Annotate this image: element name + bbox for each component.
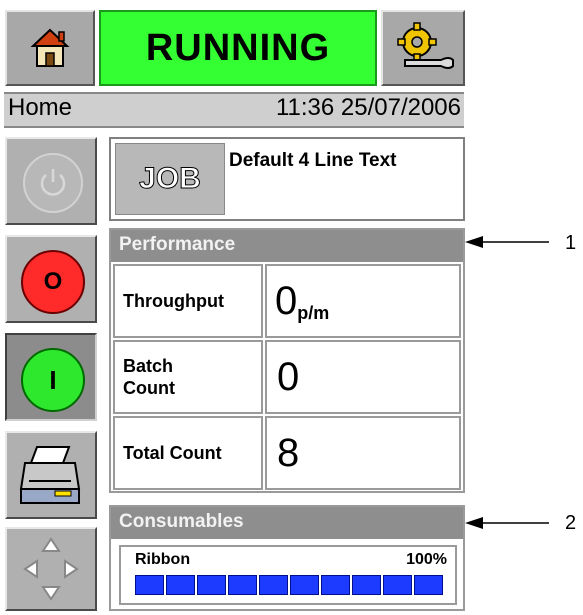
callout-arrows (465, 236, 549, 529)
throughput-value: 0 (275, 279, 298, 323)
ribbon-segment (166, 575, 195, 595)
navigation-arrows-icon (23, 537, 79, 601)
consumables-header: Consumables (111, 507, 463, 539)
navigation-button[interactable] (5, 527, 97, 611)
performance-header: Performance (111, 230, 463, 262)
start-button[interactable]: I (5, 333, 97, 421)
ribbon-level-bar (135, 575, 443, 595)
batch-count-label-cell: Batch Count (113, 340, 263, 414)
throughput-unit: p/m (297, 303, 330, 323)
throughput-label: Throughput (123, 290, 224, 311)
ribbon-segment (321, 575, 350, 595)
total-count-label: Total Count (123, 442, 222, 463)
batch-count-value: 0 (277, 354, 300, 399)
stop-button[interactable]: O (5, 235, 97, 323)
clock-display: 11:36 25/07/2006 (275, 94, 461, 121)
job-name: Default 4 Line Text (229, 150, 397, 171)
job-panel[interactable]: JOB Default 4 Line Text (109, 137, 465, 221)
throughput-label-cell: Throughput (113, 264, 263, 338)
job-label-box: JOB (115, 143, 225, 215)
throughput-value-cell: 0 p/m (265, 264, 461, 338)
callout-2: 2 (565, 512, 577, 534)
total-count-value: 8 (277, 430, 300, 475)
ribbon-segment (414, 575, 443, 595)
home-button[interactable] (5, 10, 95, 86)
settings-gear-wrench-icon (397, 22, 454, 69)
power-icon (23, 153, 83, 213)
status-indicator: RUNNING (99, 10, 377, 86)
start-icon: I (21, 348, 85, 412)
consumables-panel[interactable]: Consumables Ribbon 100% (109, 505, 465, 611)
home-icon (30, 28, 70, 67)
batch-count-label: Batch Count (123, 356, 175, 398)
callout-1: 1 (565, 232, 577, 254)
ribbon-label: Ribbon (135, 551, 191, 568)
performance-panel: Performance Throughput 0 p/m Batch Count … (109, 228, 465, 493)
job-label: JOB (139, 162, 202, 196)
ribbon-segment (228, 575, 257, 595)
stop-icon: O (21, 250, 85, 314)
ribbon-segment (197, 575, 226, 595)
printer-icon (19, 446, 81, 504)
ribbon-segment (259, 575, 288, 595)
print-button[interactable] (5, 431, 97, 519)
ribbon-segment (383, 575, 412, 595)
total-count-value-cell: 8 (265, 416, 461, 490)
ribbon-segment (352, 575, 381, 595)
batch-count-value-cell: 0 (265, 340, 461, 414)
power-button[interactable] (5, 137, 97, 225)
settings-button[interactable] (381, 10, 465, 86)
ribbon-segment (135, 575, 164, 595)
ribbon-segment (290, 575, 319, 595)
ribbon-box: Ribbon 100% (119, 545, 457, 605)
breadcrumb: Home (8, 94, 73, 121)
ribbon-percent: 100% (406, 551, 447, 568)
total-count-label-cell: Total Count (113, 416, 263, 490)
